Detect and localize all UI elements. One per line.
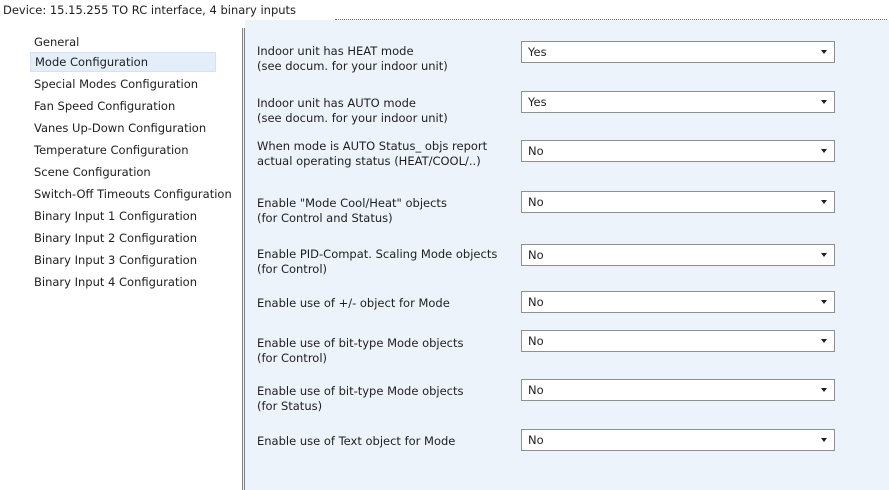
select-value: No (528, 383, 544, 397)
auto-mode-select[interactable]: Yes (521, 91, 835, 113)
plus-minus-mode-select[interactable]: No (521, 291, 835, 313)
sidebar-item-scene-configuration[interactable]: Scene Configuration (34, 162, 151, 182)
sidebar: General Mode Configuration Special Modes… (0, 20, 242, 490)
sidebar-item-binary-input-2-configuration[interactable]: Binary Input 2 Configuration (34, 228, 197, 248)
param-label-auto-mode: Indoor unit has AUTO mode (see docum. for… (257, 96, 448, 125)
sidebar-item-binary-input-4-configuration[interactable]: Binary Input 4 Configuration (34, 272, 197, 292)
param-label-bit-mode-status: Enable use of bit-type Mode objects (for … (257, 384, 464, 413)
sidebar-item-binary-input-1-configuration[interactable]: Binary Input 1 Configuration (34, 206, 197, 226)
select-value: No (528, 144, 544, 158)
select-value: No (528, 295, 544, 309)
bit-mode-status-select[interactable]: No (521, 379, 835, 401)
select-value: No (528, 248, 544, 262)
sidebar-item-special-modes-configuration[interactable]: Special Modes Configuration (34, 74, 198, 94)
sidebar-item-temperature-configuration[interactable]: Temperature Configuration (34, 140, 189, 160)
select-value: No (528, 334, 544, 348)
param-label-pid-scaling: Enable PID-Compat. Scaling Mode objects(… (257, 247, 498, 276)
parameters-panel: Indoor unit has HEAT mode (see docum. for… (245, 20, 889, 490)
param-label-heat-mode: Indoor unit has HEAT mode (see docum. for… (257, 44, 448, 73)
param-label-plus-minus-mode: Enable use of +/- object for Mode (257, 296, 450, 310)
sidebar-item-switch-off-timeouts-configuration[interactable]: Switch-Off Timeouts Configuration (34, 184, 232, 204)
sidebar-item-mode-configuration[interactable]: Mode Configuration (30, 52, 216, 72)
sidebar-item-vanes-up-down-configuration[interactable]: Vanes Up-Down Configuration (34, 118, 206, 138)
chevron-down-icon (821, 149, 827, 153)
param-label-auto-status-report: When mode is AUTO Status_ objs report act… (257, 139, 488, 168)
auto-status-report-select[interactable]: No (521, 140, 835, 162)
text-object-mode-select[interactable]: No (521, 429, 835, 451)
sidebar-item-fan-speed-configuration[interactable]: Fan Speed Configuration (34, 96, 175, 116)
chevron-down-icon (821, 339, 827, 343)
chevron-down-icon (821, 50, 827, 54)
bit-mode-control-select[interactable]: No (521, 330, 835, 352)
heat-mode-select[interactable]: Yes (521, 41, 835, 63)
select-value: Yes (528, 45, 547, 59)
pid-scaling-select[interactable]: No (521, 244, 835, 266)
param-label-text-object-mode: Enable use of Text object for Mode (257, 434, 456, 448)
param-label-mode-cool-heat: Enable "Mode Cool/Heat" objects (for Cont… (257, 196, 447, 225)
chevron-down-icon (821, 388, 827, 392)
chevron-down-icon (821, 200, 827, 204)
mode-cool-heat-select[interactable]: No (521, 191, 835, 213)
select-value: No (528, 195, 544, 209)
device-title: Device: 15.15.255 TO RC interface, 4 bin… (3, 3, 297, 17)
select-value: No (528, 433, 544, 447)
select-value: Yes (528, 95, 547, 109)
sidebar-item-general[interactable]: General (34, 32, 79, 52)
chevron-down-icon (821, 253, 827, 257)
chevron-down-icon (821, 438, 827, 442)
chevron-down-icon (821, 100, 827, 104)
chevron-down-icon (821, 300, 827, 304)
param-label-bit-mode-control: Enable use of bit-type Mode objects (for … (257, 336, 464, 365)
sidebar-item-binary-input-3-configuration[interactable]: Binary Input 3 Configuration (34, 250, 197, 270)
